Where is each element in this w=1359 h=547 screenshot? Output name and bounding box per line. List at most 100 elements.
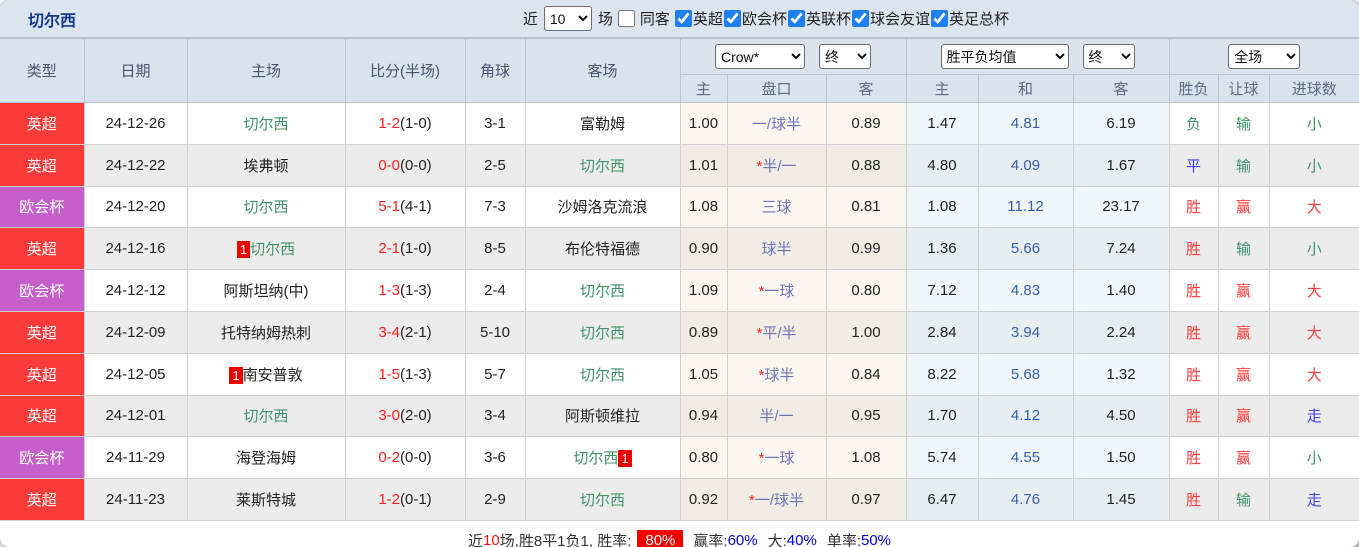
league-checkbox[interactable] — [788, 10, 805, 27]
cell-odds-home: 1.00 — [680, 103, 727, 145]
recent-count-select[interactable]: 10 — [544, 6, 592, 31]
cell-avg-home: 1.70 — [906, 395, 978, 437]
cell-score: 2-1(1-0) — [345, 228, 465, 270]
cell-home-team: 1南安普敦 — [187, 353, 345, 395]
away-team-name: 切尔西 — [580, 367, 625, 384]
cell-corner: 3-1 — [465, 103, 525, 145]
fulltime-score: 3-4 — [378, 324, 400, 341]
filter-controls: 近 10 场 同客 英超 欧会杯 英联杯 球会友谊 英足总杯 — [519, 6, 1009, 31]
fulltime-score: 1-2 — [378, 115, 400, 132]
home-team-name: 切尔西 — [243, 199, 288, 216]
cell-handicap: *一球 — [727, 270, 826, 312]
odds-select-group: Crow* 终 — [680, 39, 906, 75]
cell-league: 英超 — [0, 353, 84, 395]
avg-select-group: 胜平负均值 终 — [906, 39, 1169, 75]
scope-select[interactable]: 全场 — [1228, 44, 1300, 69]
sub-header-odds-home: 主 — [680, 75, 727, 103]
cell-avg-draw: 4.09 — [978, 144, 1073, 186]
cell-handicap: 一/球半 — [727, 103, 826, 145]
league-checkbox[interactable] — [931, 10, 948, 27]
handicap-text: 三球 — [761, 199, 791, 216]
cell-away-team: 布伦特福德 — [525, 228, 680, 270]
cell-goals-result: 走 — [1269, 479, 1359, 521]
league-checkbox[interactable] — [724, 10, 741, 27]
cell-league: 欧会杯 — [0, 270, 84, 312]
cell-away-team: 阿斯顿维拉 — [525, 395, 680, 437]
same-venue-checkbox[interactable] — [618, 10, 635, 27]
league-badge: 英超 — [0, 312, 84, 353]
cell-corner: 8-5 — [465, 228, 525, 270]
league-checkbox[interactable] — [675, 10, 692, 27]
cell-league: 英超 — [0, 479, 84, 521]
handicap-text: 平/半 — [762, 325, 796, 342]
halftime-score: (2-0) — [400, 407, 432, 424]
cell-score: 5-1(4-1) — [345, 186, 465, 228]
scope-select-group: 全场 — [1169, 39, 1359, 75]
cell-date: 24-12-26 — [84, 103, 187, 145]
handicap-text: 一/球半 — [755, 492, 804, 509]
league-label: 英联杯 — [806, 8, 851, 29]
home-team-name: 切尔西 — [250, 241, 295, 258]
cell-goals-result: 大 — [1269, 311, 1359, 353]
cell-avg-draw: 5.68 — [978, 353, 1073, 395]
away-team-name: 切尔西 — [580, 283, 625, 300]
away-team-name: 切尔西 — [580, 492, 625, 509]
avg-state-select[interactable]: 终 — [1083, 44, 1135, 69]
cell-avg-away: 1.32 — [1073, 353, 1169, 395]
sub-header-odds-away: 客 — [826, 75, 906, 103]
cell-away-team: 切尔西 — [525, 311, 680, 353]
cell-goals-result: 小 — [1269, 144, 1359, 186]
home-team-name: 切尔西 — [243, 116, 288, 133]
cell-home-team: 切尔西 — [187, 395, 345, 437]
league-label: 英足总杯 — [949, 8, 1009, 29]
cell-handicap: 三球 — [727, 186, 826, 228]
fulltime-score: 1-5 — [378, 366, 400, 383]
cell-outcome: 胜 — [1169, 395, 1218, 437]
home-team-name: 南安普敦 — [243, 367, 303, 384]
halftime-score: (0-1) — [400, 491, 432, 508]
cell-date: 24-12-05 — [84, 353, 187, 395]
cell-avg-away: 1.40 — [1073, 270, 1169, 312]
cell-date: 24-11-23 — [84, 479, 187, 521]
bookmaker-select[interactable]: Crow* — [715, 44, 805, 69]
league-badge: 英超 — [0, 145, 84, 186]
cell-avg-home: 5.74 — [906, 437, 978, 479]
home-team-name: 埃弗顿 — [243, 158, 288, 175]
cell-corner: 3-4 — [465, 395, 525, 437]
handicap-text: 一/球半 — [752, 116, 801, 133]
avg-type-select[interactable]: 胜平负均值 — [941, 44, 1069, 69]
cell-odds-home: 0.80 — [680, 437, 727, 479]
handicap-text: 半/一 — [762, 158, 796, 175]
cell-odds-home: 0.89 — [680, 311, 727, 353]
cell-handicap-result: 赢 — [1218, 353, 1269, 395]
fulltime-score: 1-2 — [378, 491, 400, 508]
matches-table: 类型 日期 主场 比分(半场) 角球 客场 Crow* 终 胜平负均值 — [0, 38, 1359, 521]
league-checkbox[interactable] — [852, 10, 869, 27]
stat-label: 赢率: — [693, 530, 727, 547]
home-team-name: 托特纳姆热刺 — [221, 325, 311, 342]
cell-odds-away: 1.00 — [826, 311, 906, 353]
halftime-score: (0-0) — [400, 157, 432, 174]
stat-value: 60% — [728, 532, 758, 547]
table-body: 英超 24-12-26 切尔西 1-2(1-0) 3-1 富勒姆 1.00 一/… — [0, 103, 1359, 521]
cell-date: 24-12-09 — [84, 311, 187, 353]
topbar: 切尔西 近 10 场 同客 英超 欧会杯 英联杯 球会友谊 英足总杯 — [0, 0, 1359, 38]
cell-outcome: 胜 — [1169, 479, 1218, 521]
stat-label: 单率: — [827, 530, 861, 547]
cell-avg-home: 2.84 — [906, 311, 978, 353]
halftime-score: (1-3) — [400, 366, 432, 383]
bookmaker-state-select[interactable]: 终 — [819, 44, 871, 69]
summary-bar: 近10场,胜8平1负1, 胜率:80%赢率:60%大:40%单率:50% — [0, 521, 1359, 547]
cell-avg-home: 1.08 — [906, 186, 978, 228]
cell-handicap-result: 赢 — [1218, 395, 1269, 437]
cell-handicap-result: 赢 — [1218, 311, 1269, 353]
col-header-home: 主场 — [187, 39, 345, 103]
table-row: 英超 24-12-22 埃弗顿 0-0(0-0) 2-5 切尔西 1.01 *半… — [0, 144, 1359, 186]
col-header-away: 客场 — [525, 39, 680, 103]
cell-avg-away: 1.67 — [1073, 144, 1169, 186]
away-team-name: 沙姆洛克流浪 — [557, 199, 647, 216]
cell-corner: 2-5 — [465, 144, 525, 186]
cell-odds-home: 1.08 — [680, 186, 727, 228]
cell-avg-home: 7.12 — [906, 270, 978, 312]
cell-avg-away: 2.24 — [1073, 311, 1169, 353]
